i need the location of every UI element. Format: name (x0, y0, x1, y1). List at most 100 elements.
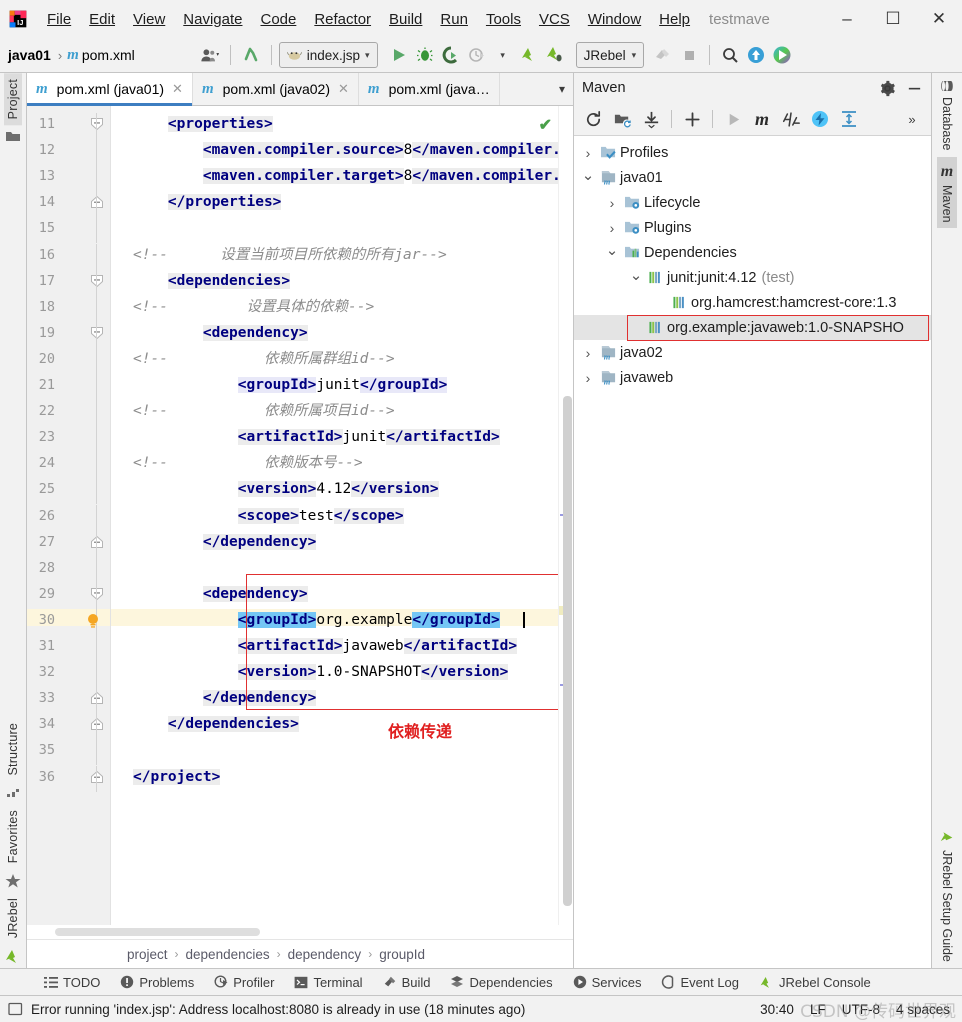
sidebar-item-jrebel[interactable]: JRebel (4, 892, 22, 944)
run-button[interactable] (386, 42, 412, 68)
chevron-down-icon[interactable]: ⌄ (628, 267, 644, 284)
editor-tab-pom-javaweb[interactable]: m pom.xml (java… (359, 73, 500, 105)
tool-window-event-log[interactable]: Event Log (651, 975, 749, 990)
close-tab-icon-1[interactable]: ✕ (172, 81, 183, 97)
close-button[interactable]: ✕ (916, 0, 962, 38)
marker-scrollbar[interactable] (558, 106, 573, 925)
fold-marker-icon[interactable] (90, 587, 104, 601)
menu-navigate[interactable]: Navigate (174, 8, 251, 31)
horizontal-scrollbar-thumb[interactable] (55, 928, 260, 936)
vertical-scrollbar-thumb[interactable] (563, 396, 572, 906)
run-configuration-selector[interactable]: index.jsp ▾ (278, 42, 378, 68)
maven-tree-node[interactable]: ⌄ junit:junit:4.12 (test) (574, 265, 931, 290)
sidebar-item-database[interactable]: Database (937, 73, 957, 157)
caret-position[interactable]: 30:40 (760, 1002, 794, 1017)
fold-marker-icon[interactable] (90, 717, 104, 731)
minimize-button[interactable]: – (824, 0, 870, 38)
jrebel-selector[interactable]: JRebel ▾ (575, 42, 645, 68)
profile-button[interactable] (464, 42, 490, 68)
inspection-ok-icon[interactable]: ✔ (539, 115, 552, 135)
maven-tree-node[interactable]: › Profiles (574, 140, 931, 165)
status-message[interactable]: Error running 'index.jsp': Address local… (31, 1002, 525, 1017)
fold-marker-icon[interactable] (90, 535, 104, 549)
tool-window-services[interactable]: Services (563, 975, 652, 990)
execute-maven-goal-icon[interactable]: m (749, 106, 775, 132)
menu-run[interactable]: Run (431, 8, 477, 31)
chevron-right-icon[interactable]: › (604, 220, 620, 236)
sidebar-item-favorites[interactable]: Favorites (4, 804, 22, 869)
plus-icon[interactable] (679, 106, 705, 132)
editor-gutter[interactable]: 11 12 13 14 15 16 17 18 19 20 21 22 23 24 25 26 27 28 29 30… (27, 106, 111, 925)
maven-tree-node[interactable]: › Plugins (574, 215, 931, 240)
menu-help[interactable]: Help (650, 8, 699, 31)
sidebar-item-project[interactable]: Project (4, 73, 22, 126)
breadcrumb-dependency[interactable]: dependency (288, 947, 362, 962)
message-icon[interactable] (8, 1002, 23, 1016)
expand-all-icon[interactable] (836, 106, 862, 132)
build-button[interactable] (650, 42, 676, 68)
toolbar-breadcrumb-file[interactable]: pom.xml (82, 47, 135, 63)
breadcrumb-groupid[interactable]: groupId (379, 947, 425, 962)
chevron-down-icon[interactable]: ⌄ (604, 242, 620, 259)
menu-vcs[interactable]: VCS (530, 8, 579, 31)
menu-edit[interactable]: Edit (80, 8, 124, 31)
toolbar-breadcrumb-project[interactable]: java01 (6, 47, 53, 63)
fold-marker-icon[interactable] (90, 770, 104, 784)
maven-tree-node[interactable]: org.hamcrest:hamcrest-core:1.3 (574, 290, 931, 315)
user-avatar-icon[interactable] (197, 42, 223, 68)
file-encoding[interactable]: UTF-8 (842, 1002, 880, 1017)
indent-setting[interactable]: 4 spaces (896, 1002, 950, 1017)
fold-marker-icon[interactable] (90, 195, 104, 209)
menu-code[interactable]: Code (251, 8, 305, 31)
run-with-coverage-button[interactable] (438, 42, 464, 68)
line-separator[interactable]: LF (810, 1002, 826, 1017)
menu-refactor[interactable]: Refactor (305, 8, 380, 31)
gear-icon[interactable] (879, 80, 896, 97)
menu-view[interactable]: View (124, 8, 174, 31)
editor-tab-pom-java01[interactable]: m pom.xml (java01) ✕ (27, 73, 193, 106)
menu-build[interactable]: Build (380, 8, 431, 31)
close-tab-icon-2[interactable]: ✕ (338, 81, 349, 97)
tool-window-profiler[interactable]: Profiler (204, 975, 284, 990)
intention-bulb-icon[interactable] (86, 613, 102, 631)
breadcrumb-project[interactable]: project (127, 947, 168, 962)
breadcrumb-dependencies[interactable]: dependencies (186, 947, 270, 962)
menu-window[interactable]: Window (579, 8, 650, 31)
code-canvas[interactable]: <properties> <maven.compiler.source>8</m… (111, 106, 558, 925)
fold-marker-icon[interactable] (90, 326, 104, 340)
fold-marker-icon[interactable] (90, 117, 104, 131)
tool-window-build[interactable]: Build (373, 975, 441, 990)
maven-tree-node[interactable]: › m java02 (574, 340, 931, 365)
editor-tab-overflow-chevron-down-icon[interactable]: ▾ (551, 73, 573, 105)
fold-marker-icon[interactable] (90, 691, 104, 705)
chevron-right-icon[interactable]: › (580, 370, 596, 386)
fold-marker-icon[interactable] (90, 274, 104, 288)
tool-window-dependencies[interactable]: Dependencies (440, 975, 562, 990)
maximize-button[interactable]: ☐ (870, 0, 916, 38)
reload-all-projects-icon[interactable] (580, 106, 606, 132)
editor-tab-pom-java02[interactable]: m pom.xml (java02) ✕ (193, 73, 359, 105)
run-maven-build-icon[interactable] (720, 106, 746, 132)
profile-dropdown-icon[interactable]: ▾ (490, 42, 516, 68)
menu-file[interactable]: File (38, 8, 80, 31)
sidebar-item-structure[interactable]: Structure (4, 717, 22, 782)
tool-window-todo[interactable]: TODO (34, 975, 110, 990)
tool-window-problems[interactable]: Problems (110, 975, 204, 990)
chevron-right-icon[interactable]: › (604, 195, 620, 211)
debug-button[interactable] (412, 42, 438, 68)
more-chevrons-icon[interactable]: » (899, 106, 925, 132)
minimize-icon[interactable] (906, 80, 923, 97)
add-maven-project-icon[interactable] (609, 106, 635, 132)
vcs-update-icon[interactable] (238, 42, 264, 68)
sidebar-item-jrebel-setup-guide[interactable]: JRebel Setup Guide (936, 825, 958, 968)
maven-tree-node[interactable]: ⌄ Dependencies (574, 240, 931, 265)
update-project-icon[interactable] (743, 42, 769, 68)
horizontal-scrollbar[interactable] (27, 925, 573, 939)
tool-window-jrebel-console[interactable]: JRebel Console (749, 975, 881, 990)
toggle-offline-mode-icon[interactable] (807, 106, 833, 132)
ide-plugin-icon[interactable] (769, 42, 795, 68)
jrebel-debug-button[interactable] (542, 42, 568, 68)
maven-tree-node[interactable]: ⌄ m java01 (574, 165, 931, 190)
jrebel-run-button[interactable] (516, 42, 542, 68)
maven-tree-node[interactable]: › Lifecycle (574, 190, 931, 215)
